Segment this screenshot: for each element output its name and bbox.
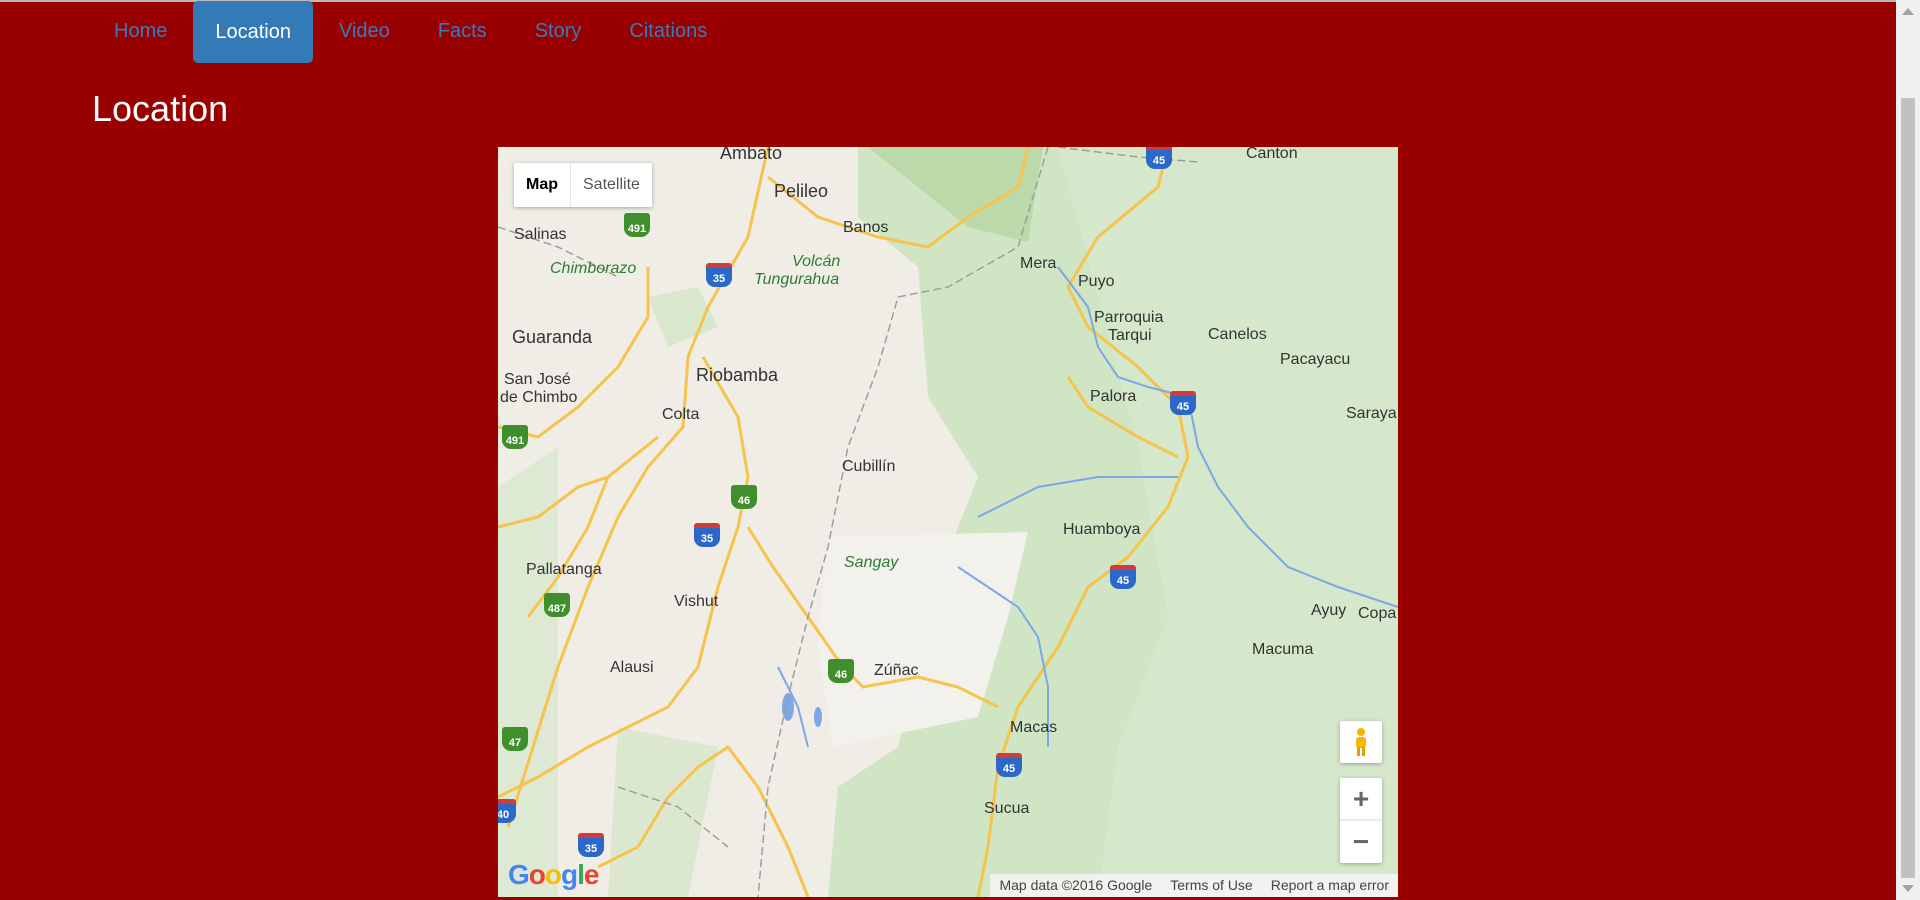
route-shield: 40: [498, 799, 516, 823]
place-label: Tarqui: [1108, 327, 1152, 344]
zoom-in-button[interactable]: +: [1340, 778, 1382, 820]
route-shield: 487: [544, 593, 570, 617]
peak-label: Chimborazo: [550, 260, 637, 277]
pegman-icon: [1356, 728, 1366, 756]
map-type-satellite-button[interactable]: Satellite: [571, 163, 652, 207]
place-label: Pallatanga: [526, 561, 602, 578]
place-label: Cubillín: [842, 458, 896, 475]
place-label: Pacayacu: [1280, 351, 1351, 368]
street-view-pegman-icon[interactable]: [1340, 721, 1382, 763]
route-shield: 47: [502, 727, 528, 751]
route-shield: 45: [1146, 147, 1172, 169]
place-label: Copa: [1358, 605, 1397, 622]
place-label: Alausi: [610, 659, 654, 676]
place-label: Canton: [1246, 147, 1298, 162]
route-shield: 35: [578, 833, 604, 857]
place-label: San José: [504, 371, 571, 388]
place-label: Parroquia: [1094, 309, 1164, 326]
place-label: Puyo: [1078, 273, 1115, 290]
place-label: Ayuy: [1311, 602, 1347, 619]
nav-facts[interactable]: Facts: [416, 0, 509, 62]
nav-citations[interactable]: Citations: [607, 0, 729, 62]
scroll-thumb[interactable]: [1901, 98, 1915, 878]
place-label: Sucua: [984, 800, 1030, 817]
main-nav: Home Location Video Facts Story Citation…: [92, 0, 733, 64]
route-shield: 35: [706, 263, 732, 287]
map-data-credit: Map data ©2016 Google: [999, 877, 1153, 893]
scroll-up-arrow-icon[interactable]: [1902, 8, 1914, 15]
place-label: Banos: [843, 219, 889, 236]
place-label: Salinas: [514, 226, 567, 243]
route-shield: 45: [1110, 565, 1136, 589]
nav-home[interactable]: Home: [92, 0, 189, 62]
page-scrollbar[interactable]: [1896, 0, 1920, 900]
nav-location[interactable]: Location: [193, 1, 313, 63]
page-title: Location: [92, 88, 229, 129]
route-shield: 491: [502, 425, 528, 449]
place-label: Mera: [1020, 255, 1057, 272]
scroll-down-arrow-icon[interactable]: [1902, 885, 1914, 892]
route-shield: 45: [996, 753, 1022, 777]
google-map[interactable]: Map Satellite Ambato Pelileo Banos Salin…: [498, 147, 1398, 897]
map-type-map-button[interactable]: Map: [514, 163, 571, 207]
place-label: Pelileo: [774, 181, 829, 201]
map-type-control: Map Satellite: [514, 163, 652, 207]
peak-label: Sangay: [844, 554, 899, 571]
route-shield: 46: [731, 485, 757, 509]
place-label: de Chimbo: [500, 389, 578, 406]
place-label: Huamboya: [1063, 521, 1141, 538]
place-label: Macuma: [1252, 641, 1314, 658]
place-label: Ambato: [720, 147, 783, 163]
route-shield: 491: [624, 213, 650, 237]
place-label: Colta: [662, 406, 700, 423]
nav-video[interactable]: Video: [317, 0, 412, 62]
place-label: Riobamba: [696, 365, 779, 385]
google-logo: Google: [508, 859, 599, 890]
place-label: Saraya: [1346, 405, 1397, 422]
report-map-error-link[interactable]: Report a map error: [1262, 874, 1398, 897]
route-shield: 46: [828, 659, 854, 683]
terms-of-use-link[interactable]: Terms of Use: [1161, 874, 1261, 897]
route-shield: 35: [694, 523, 720, 547]
nav-story[interactable]: Story: [513, 0, 604, 62]
zoom-out-button[interactable]: −: [1340, 820, 1382, 863]
place-label: Palora: [1090, 388, 1137, 405]
place-label: Macas: [1010, 719, 1058, 736]
map-attribution: Map data ©2016 Google Terms of Use Repor…: [990, 874, 1398, 897]
peak-label: Volcán: [792, 253, 841, 270]
route-shield: 45: [1170, 391, 1196, 415]
place-label: Canelos: [1208, 326, 1267, 343]
peak-label: Tungurahua: [754, 271, 840, 288]
place-label: Vishut: [674, 593, 719, 610]
place-label: Guaranda: [512, 327, 593, 347]
place-label: Zúñac: [874, 662, 919, 679]
